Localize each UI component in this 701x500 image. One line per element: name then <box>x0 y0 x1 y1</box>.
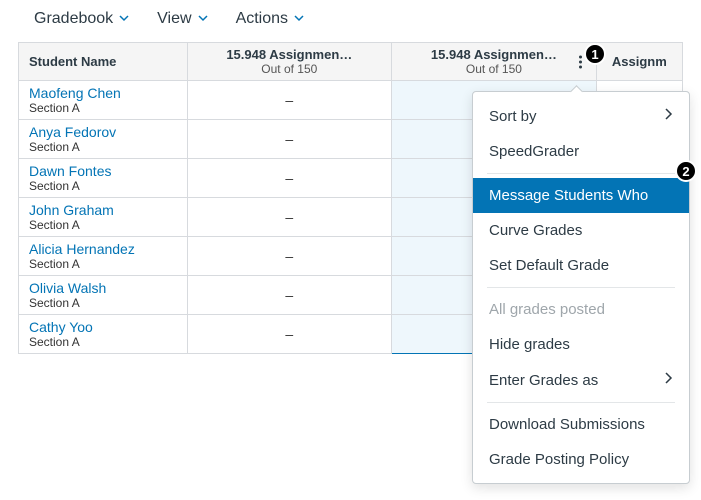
menu-label: SpeedGrader <box>489 143 579 160</box>
student-section: Section A <box>29 218 177 232</box>
grade-cell[interactable]: – <box>187 81 392 120</box>
column-label: 15.948 Assignmen… <box>402 47 586 62</box>
menu-separator <box>487 173 675 174</box>
menu-message-students-who[interactable]: Message Students Who <box>473 178 689 213</box>
grade-cell[interactable]: – <box>187 120 392 159</box>
student-cell[interactable]: John Graham Section A <box>19 198 188 237</box>
toolbar-label: Actions <box>236 10 288 28</box>
grade-cell[interactable]: – <box>187 315 392 354</box>
column-sublabel: Out of 150 <box>198 62 382 76</box>
column-options-menu: Sort by SpeedGrader Message Students Who… <box>472 91 690 484</box>
menu-label: Hide grades <box>489 336 570 353</box>
column-label: Assignm <box>607 54 672 69</box>
student-name: Dawn Fontes <box>29 163 177 179</box>
student-name: Anya Fedorov <box>29 124 177 140</box>
toolbar-label: Gradebook <box>34 10 113 28</box>
grade-cell[interactable]: – <box>187 276 392 315</box>
menu-separator <box>487 287 675 288</box>
caret-down-icon <box>119 10 129 28</box>
annotation-badge-2: 2 <box>675 160 697 182</box>
menu-sort-by[interactable]: Sort by <box>473 98 689 134</box>
menu-hide-grades[interactable]: Hide grades <box>473 327 689 362</box>
student-cell[interactable]: Maofeng Chen Section A <box>19 81 188 120</box>
menu-label: Set Default Grade <box>489 257 609 274</box>
menu-separator <box>487 402 675 403</box>
chevron-right-icon <box>663 107 673 125</box>
grade-cell[interactable]: – <box>187 237 392 276</box>
menu-label: Enter Grades as <box>489 372 598 389</box>
student-section: Section A <box>29 296 177 310</box>
student-name: Maofeng Chen <box>29 85 177 101</box>
column-sublabel: Out of 150 <box>402 62 586 76</box>
menu-label: Grade Posting Policy <box>489 451 629 468</box>
menu-label: Curve Grades <box>489 222 582 239</box>
student-section: Section A <box>29 257 177 271</box>
toolbar: Gradebook View Actions <box>0 0 701 42</box>
student-cell[interactable]: Anya Fedorov Section A <box>19 120 188 159</box>
annotation-badge-1: 1 <box>584 43 606 65</box>
column-label: 15.948 Assignmen… <box>198 47 382 62</box>
column-label: Student Name <box>29 54 116 69</box>
toolbar-label: View <box>157 10 191 28</box>
menu-label: Message Students Who <box>489 187 648 204</box>
student-name: Alicia Hernandez <box>29 241 177 257</box>
student-cell[interactable]: Dawn Fontes Section A <box>19 159 188 198</box>
menu-grade-posting-policy[interactable]: Grade Posting Policy <box>473 442 689 477</box>
caret-down-icon <box>198 10 208 28</box>
menu-curve-grades[interactable]: Curve Grades <box>473 213 689 248</box>
menu-download-submissions[interactable]: Download Submissions <box>473 407 689 442</box>
column-header-student-name[interactable]: Student Name <box>19 43 188 81</box>
student-name: Olivia Walsh <box>29 280 177 296</box>
student-name: John Graham <box>29 202 177 218</box>
toolbar-view[interactable]: View <box>157 10 207 28</box>
chevron-right-icon <box>663 371 673 389</box>
student-name: Cathy Yoo <box>29 319 177 335</box>
grade-cell[interactable]: – <box>187 159 392 198</box>
menu-label: Download Submissions <box>489 416 645 433</box>
menu-label: All grades posted <box>489 301 605 318</box>
menu-speedgrader[interactable]: SpeedGrader <box>473 134 689 169</box>
grade-cell[interactable]: – <box>187 198 392 237</box>
student-cell[interactable]: Alicia Hernandez Section A <box>19 237 188 276</box>
student-cell[interactable]: Olivia Walsh Section A <box>19 276 188 315</box>
menu-enter-grades-as[interactable]: Enter Grades as <box>473 362 689 398</box>
toolbar-actions[interactable]: Actions <box>236 10 304 28</box>
column-header-assignment-3[interactable]: Assignm <box>596 43 682 81</box>
menu-set-default-grade[interactable]: Set Default Grade <box>473 248 689 283</box>
column-header-assignment-2[interactable]: 15.948 Assignmen… Out of 150 <box>392 43 597 81</box>
toolbar-gradebook[interactable]: Gradebook <box>34 10 129 28</box>
menu-label: Sort by <box>489 108 537 125</box>
student-cell[interactable]: Cathy Yoo Section A <box>19 315 188 354</box>
student-section: Section A <box>29 179 177 193</box>
student-section: Section A <box>29 101 177 115</box>
column-header-assignment-1[interactable]: 15.948 Assignmen… Out of 150 <box>187 43 392 81</box>
caret-down-icon <box>294 10 304 28</box>
student-section: Section A <box>29 335 177 349</box>
menu-all-grades-posted: All grades posted <box>473 292 689 327</box>
student-section: Section A <box>29 140 177 154</box>
